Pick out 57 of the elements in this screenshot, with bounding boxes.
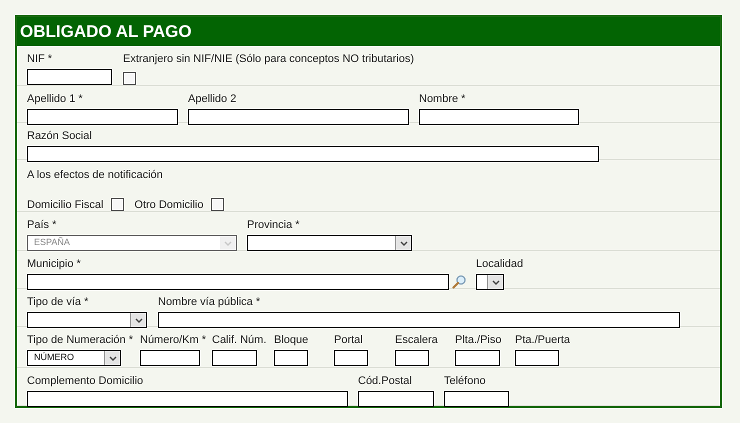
field-label: Apellido 1 *: [27, 93, 84, 106]
text-field[interactable]: [27, 274, 449, 290]
search-icon[interactable]: [452, 275, 466, 289]
field-label: Pta./Puerta: [515, 334, 572, 347]
chevron-icon: [130, 313, 146, 327]
checkbox[interactable]: [111, 198, 124, 212]
text-field[interactable]: [188, 109, 409, 125]
field-label: Apellido 2: [188, 93, 238, 106]
chevron-icon: [395, 236, 411, 250]
field-label: Cód.Postal: [358, 375, 413, 388]
field-label: Localidad: [476, 258, 524, 271]
text-field[interactable]: [140, 350, 200, 366]
field-label: Escalera: [395, 334, 439, 347]
field-label: Nombre *: [419, 93, 466, 106]
field-label: Número/Km *: [140, 334, 208, 347]
field-label: Razón Social: [27, 130, 93, 143]
dropdown[interactable]: [27, 312, 147, 328]
dropdown[interactable]: [247, 235, 412, 251]
text-field[interactable]: [444, 391, 509, 407]
field-label: Portal: [334, 334, 364, 347]
chevron-icon: [104, 351, 120, 365]
field-label: Nombre vía pública *: [158, 296, 262, 309]
field-label: NIF *: [27, 53, 54, 66]
text-field[interactable]: [27, 109, 178, 125]
field-label: Complemento Domicilio: [27, 375, 144, 388]
text-field[interactable]: [515, 350, 559, 366]
chevron-icon: [487, 275, 503, 289]
notification-note: A los efectos de notificación: [27, 168, 164, 183]
text-field[interactable]: [334, 350, 368, 366]
field-label: Teléfono: [444, 375, 487, 388]
text-field[interactable]: [27, 146, 599, 162]
text-field[interactable]: [27, 69, 112, 85]
field-label: País *: [27, 219, 58, 232]
checkbox[interactable]: [123, 72, 136, 85]
text-field[interactable]: [158, 312, 680, 328]
dropdown[interactable]: [476, 274, 504, 290]
checkbox[interactable]: [211, 198, 224, 212]
text-field[interactable]: [395, 350, 429, 366]
chevron-icon: [220, 236, 236, 250]
field-label: Bloque: [274, 334, 310, 347]
option-label: Domicilio Fiscal: [27, 198, 104, 212]
text-field[interactable]: [455, 350, 500, 366]
text-field[interactable]: [419, 109, 579, 125]
option-label: Otro Domicilio: [134, 198, 204, 212]
field-label: Extranjero sin NIF/NIE (Sólo para conceptos NO tributarios): [123, 53, 414, 66]
field-label: Calif. Núm.: [212, 334, 268, 347]
field-label: Tipo de vía *: [27, 296, 90, 309]
panel-title: OBLIGADO AL PAGO: [20, 20, 192, 43]
text-field[interactable]: [358, 391, 434, 407]
dropdown[interactable]: NÚMERO: [27, 350, 121, 366]
text-field[interactable]: [27, 391, 348, 407]
text-field[interactable]: [212, 350, 257, 366]
text-field[interactable]: [274, 350, 308, 366]
field-label: Provincia *: [247, 219, 301, 232]
field-label: Plta./Piso: [455, 334, 502, 347]
field-label: Municipio *: [27, 258, 82, 271]
field-label: Tipo de Numeración *: [27, 334, 134, 347]
